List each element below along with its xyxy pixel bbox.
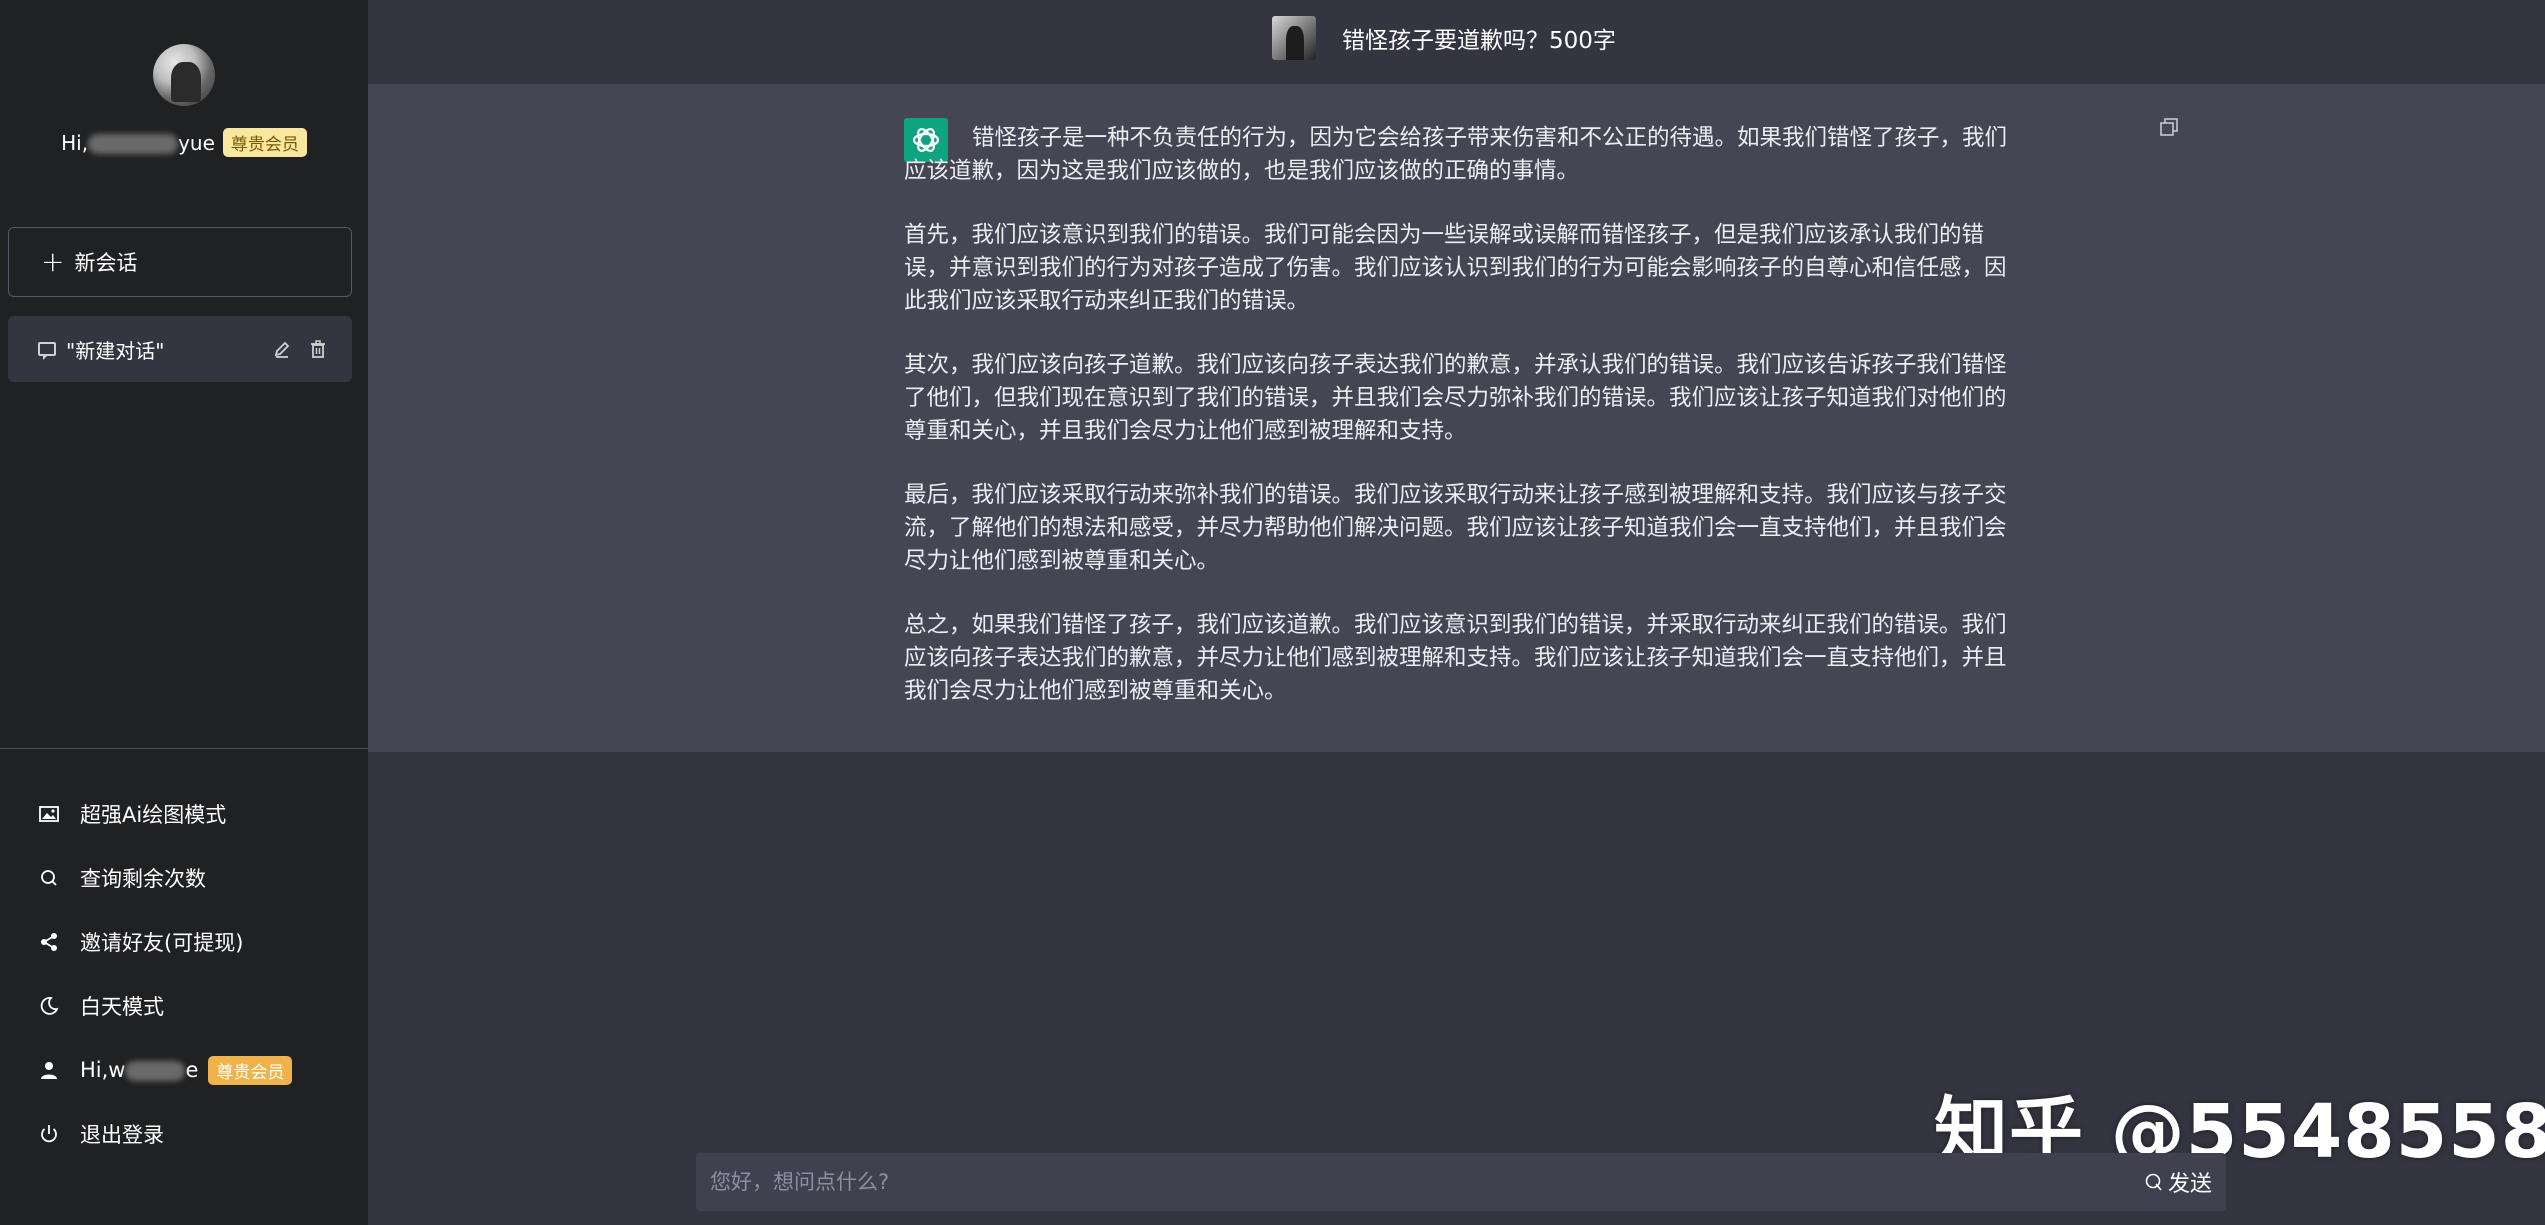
name-tail: yue xyxy=(178,130,215,155)
chat-input-bar: 发送 xyxy=(696,1153,2226,1211)
avatar[interactable] xyxy=(153,44,215,106)
answer-paragraph: 总之，如果我们错怪了孩子，我们应该道歉。我们应该意识到我们的错误，并采取行动来纠… xyxy=(904,612,2007,704)
answer-paragraph: 首先，我们应该意识到我们的错误。我们可能会因为一些误解或误解而错怪孩子，但是我们… xyxy=(904,222,2007,314)
sidebar-menu: 超强Ai绘图模式 查询剩余次数 邀请好友(可提现) 白天模式 Hi,w e 尊贵会… xyxy=(0,782,368,1166)
menu-item-logout[interactable]: 退出登录 xyxy=(0,1102,368,1166)
share-icon xyxy=(41,933,57,951)
new-chat-label: 新会话 xyxy=(74,251,138,275)
vip-badge: 尊贵会员 xyxy=(222,128,307,157)
edit-icon[interactable] xyxy=(272,339,292,359)
assistant-answer: 错怪孩子是一种不负责任的行为，因为它会给孩子带来伤害和不公正的待遇。如果我们错怪… xyxy=(904,122,2010,739)
redacted-name xyxy=(88,134,179,154)
profile-header: Hi, yue 尊贵会员 xyxy=(0,44,368,157)
chat-input[interactable] xyxy=(710,1170,2144,1194)
menu-item-remaining-count[interactable]: 查询剩余次数 xyxy=(0,846,368,910)
chat-bubble-icon xyxy=(38,342,56,360)
moon-icon xyxy=(40,997,59,1015)
sidebar-divider xyxy=(0,748,368,749)
user-message-row: 错怪孩子要道歉吗？500字 xyxy=(368,0,2545,84)
greeting-text: Hi, xyxy=(61,130,89,155)
menu-item-day-mode[interactable]: 白天模式 xyxy=(0,974,368,1038)
new-chat-button[interactable]: + 新会话 xyxy=(8,227,352,297)
menu-item-ai-drawing[interactable]: 超强Ai绘图模式 xyxy=(0,782,368,846)
vip-badge: 尊贵会员 xyxy=(208,1055,293,1085)
conversation-label: "新建对话" xyxy=(66,338,165,363)
plus-icon: + xyxy=(41,245,65,278)
assistant-message-row: 错怪孩子是一种不负责任的行为，因为它会给孩子带来伤害和不公正的待遇。如果我们错怪… xyxy=(368,84,2545,752)
menu-label: 白天模式 xyxy=(80,995,164,1019)
menu-item-invite-friends[interactable]: 邀请好友(可提现) xyxy=(0,910,368,974)
power-icon xyxy=(41,1125,57,1143)
menu-label: 超强Ai绘图模式 xyxy=(80,803,227,827)
answer-paragraph: 其次，我们应该向孩子道歉。我们应该向孩子表达我们的歉意，并承认我们的错误。我们应… xyxy=(904,352,2007,444)
menu-label: 查询剩余次数 xyxy=(80,867,206,891)
menu-label: 邀请好友(可提现) xyxy=(80,931,244,955)
answer-paragraph: 错怪孩子是一种不负责任的行为，因为它会给孩子带来伤害和不公正的待遇。如果我们错怪… xyxy=(904,125,2008,184)
answer-paragraph: 最后，我们应该采取行动来弥补我们的错误。我们应该采取行动来让孩子感到被理解和支持… xyxy=(904,482,2007,574)
send-button[interactable]: 发送 xyxy=(2144,1166,2212,1198)
profile-greeting: Hi, yue 尊贵会员 xyxy=(0,128,368,157)
sidebar: Hi, yue 尊贵会员 + 新会话 "新建对话" 超强Ai绘图模式 查询剩余次数… xyxy=(0,0,368,1225)
user-icon xyxy=(41,1062,57,1079)
menu-label: 退出登录 xyxy=(80,1123,164,1147)
redacted-name xyxy=(125,1061,186,1081)
user-avatar xyxy=(1272,16,1316,60)
name-tail: e xyxy=(185,1058,199,1082)
user-message: 错怪孩子要道歉吗？500字 xyxy=(1272,16,1616,60)
menu-label: Hi,w xyxy=(80,1058,126,1082)
search-icon xyxy=(41,870,57,886)
user-question-text: 错怪孩子要道歉吗？500字 xyxy=(1342,28,1616,54)
trash-icon[interactable] xyxy=(308,339,328,359)
copy-icon[interactable] xyxy=(2160,118,2178,136)
send-label: 发送 xyxy=(2167,1172,2212,1197)
conversation-item[interactable]: "新建对话" xyxy=(8,316,352,382)
menu-item-user[interactable]: Hi,w e 尊贵会员 xyxy=(0,1038,368,1102)
send-icon xyxy=(2145,1173,2162,1191)
image-icon xyxy=(39,806,59,822)
